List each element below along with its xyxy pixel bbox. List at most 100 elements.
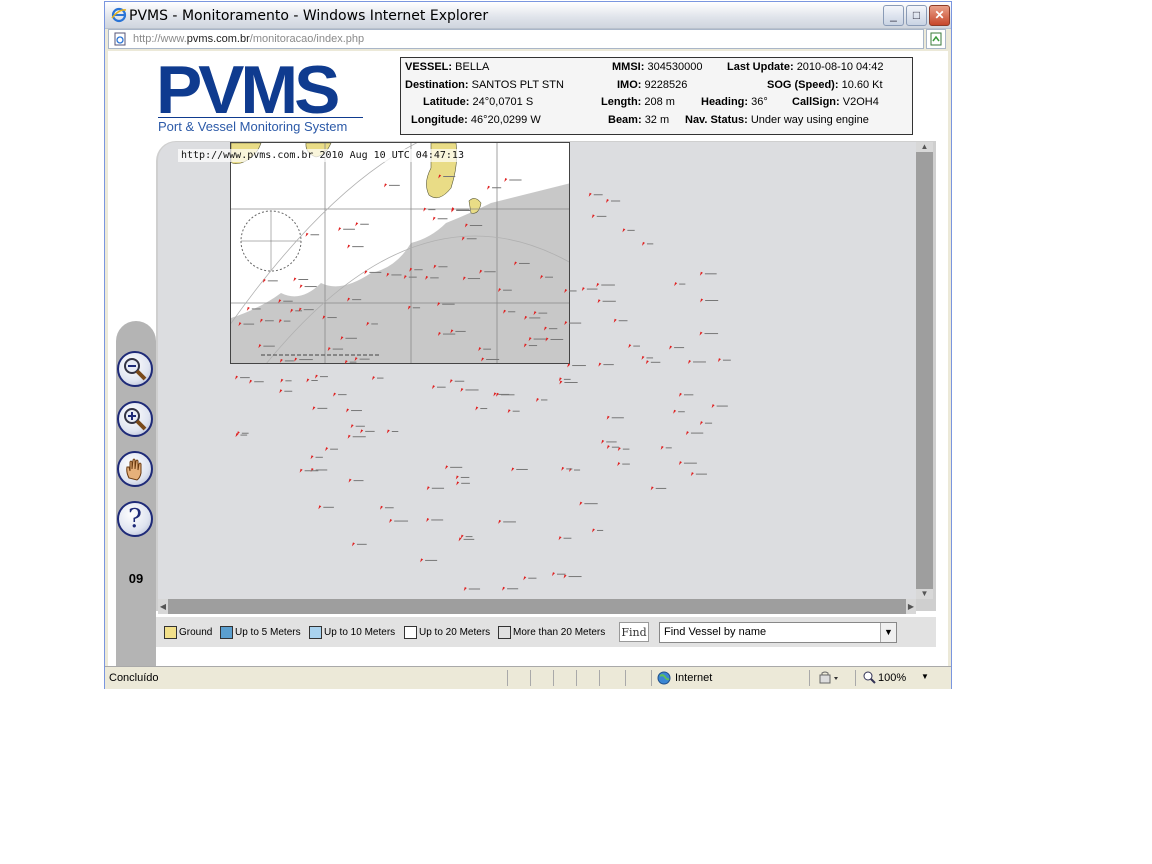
vessel-marker[interactable] xyxy=(293,277,309,282)
vessel-marker[interactable] xyxy=(407,305,421,310)
vessel-marker[interactable] xyxy=(310,455,323,460)
vessel-marker[interactable] xyxy=(498,288,512,293)
vessel-marker[interactable] xyxy=(305,232,320,237)
vessel-marker[interactable] xyxy=(507,409,520,414)
maximize-button[interactable]: □ xyxy=(906,5,927,26)
scroll-up-arrow[interactable]: ▲ xyxy=(916,142,933,152)
vessel-marker[interactable] xyxy=(238,322,255,327)
vessel-marker[interactable] xyxy=(318,505,334,510)
vessel-marker[interactable] xyxy=(475,406,488,411)
vessel-marker[interactable] xyxy=(650,486,667,491)
vessel-marker[interactable] xyxy=(606,415,624,420)
zoom-in-button[interactable] xyxy=(117,401,153,437)
vessel-marker[interactable] xyxy=(379,505,394,510)
vessel-marker[interactable] xyxy=(306,378,318,383)
vessel-marker[interactable] xyxy=(449,379,465,384)
vessel-marker[interactable] xyxy=(299,468,319,473)
vessel-marker[interactable] xyxy=(432,216,448,221)
vessel-marker[interactable] xyxy=(591,528,604,533)
vessel-marker[interactable] xyxy=(262,278,278,283)
vessel-marker[interactable] xyxy=(425,275,439,280)
vessel-marker[interactable] xyxy=(463,587,481,592)
vessel-marker[interactable] xyxy=(598,362,614,367)
vessel-marker[interactable] xyxy=(479,269,496,274)
vessel-marker[interactable] xyxy=(279,389,293,394)
vessel-marker[interactable] xyxy=(278,319,291,324)
vessel-marker[interactable] xyxy=(259,318,274,323)
vessel-marker[interactable] xyxy=(322,315,337,320)
vessel-marker[interactable] xyxy=(333,392,347,397)
vessel-marker[interactable] xyxy=(299,284,317,289)
vessel-marker[interactable] xyxy=(338,227,355,232)
vessel-marker[interactable] xyxy=(478,347,492,352)
vessel-marker[interactable] xyxy=(327,347,344,352)
vessel-marker[interactable] xyxy=(403,275,417,280)
vessel-marker[interactable] xyxy=(340,336,357,341)
vessel-marker[interactable] xyxy=(325,447,338,452)
vessel-marker[interactable] xyxy=(437,332,456,337)
vessel-marker[interactable] xyxy=(511,467,528,472)
vessel-marker[interactable] xyxy=(514,261,530,266)
vessel-marker[interactable] xyxy=(502,586,519,591)
vessel-marker[interactable] xyxy=(559,380,578,385)
vessel-marker[interactable] xyxy=(699,331,719,336)
vessel-marker[interactable] xyxy=(504,178,522,183)
vessel-marker[interactable] xyxy=(346,408,362,413)
vessel-marker[interactable] xyxy=(535,397,548,402)
vessel-marker[interactable] xyxy=(622,228,635,233)
find-button[interactable]: Find xyxy=(619,622,649,642)
vessel-marker[interactable] xyxy=(389,519,409,524)
vessel-marker[interactable] xyxy=(563,574,582,579)
vessel-marker[interactable] xyxy=(660,445,672,450)
vessel-marker[interactable] xyxy=(366,321,378,326)
vessel-marker[interactable] xyxy=(581,287,598,292)
vessel-marker[interactable] xyxy=(351,542,367,547)
vessel-marker[interactable] xyxy=(423,207,436,212)
vessel-marker[interactable] xyxy=(613,318,628,323)
vessel-marker[interactable] xyxy=(246,306,261,311)
vessel-marker[interactable] xyxy=(717,358,731,363)
address-bar[interactable]: http://www.pvms.com.br/monitoracao/index… xyxy=(108,29,924,49)
vessel-marker[interactable] xyxy=(690,472,707,477)
vessel-marker[interactable] xyxy=(347,297,362,302)
minimize-button[interactable]: _ xyxy=(883,5,904,26)
vessel-marker[interactable] xyxy=(673,409,685,414)
protected-mode-icon[interactable] xyxy=(818,671,842,685)
vessel-marker[interactable] xyxy=(460,387,479,392)
vessel-marker[interactable] xyxy=(437,302,455,307)
vessel-marker[interactable] xyxy=(641,241,654,246)
map-vertical-scrollbar[interactable]: ▲ ▼ xyxy=(916,142,933,599)
vessel-marker[interactable] xyxy=(605,199,621,204)
vessel-marker[interactable] xyxy=(280,378,292,383)
vessel-marker[interactable] xyxy=(533,311,548,316)
vessel-marker[interactable] xyxy=(678,392,694,397)
zoom-level[interactable]: 100% xyxy=(878,672,906,684)
vessel-marker[interactable] xyxy=(386,429,399,434)
chevron-down-icon[interactable]: ▼ xyxy=(880,623,896,642)
vessel-marker[interactable] xyxy=(699,271,717,276)
vessel-marker[interactable] xyxy=(258,344,275,349)
vessel-marker[interactable] xyxy=(617,462,630,467)
vessel-marker[interactable] xyxy=(426,517,444,522)
vessel-marker[interactable] xyxy=(711,404,728,409)
vessel-marker[interactable] xyxy=(371,376,384,381)
vessel-marker[interactable] xyxy=(579,501,598,506)
vessel-marker[interactable] xyxy=(354,357,370,362)
vessel-marker[interactable] xyxy=(628,344,640,349)
vessel-marker[interactable] xyxy=(540,275,554,280)
vessel-marker[interactable] xyxy=(347,244,364,249)
vessel-marker[interactable] xyxy=(588,192,603,197)
vessel-marker[interactable] xyxy=(386,272,402,277)
vessel-marker[interactable] xyxy=(699,421,713,426)
vessel-marker[interactable] xyxy=(641,355,654,360)
vessel-marker[interactable] xyxy=(383,183,400,188)
vessel-marker[interactable] xyxy=(409,267,423,272)
vessel-marker[interactable] xyxy=(310,467,328,472)
scroll-left-arrow[interactable]: ◀ xyxy=(158,599,168,614)
vessel-marker[interactable] xyxy=(461,236,477,241)
vessel-marker[interactable] xyxy=(551,572,566,577)
vessel-marker[interactable] xyxy=(360,429,375,434)
title-bar[interactable]: PVMS - Monitoramento - Windows Internet … xyxy=(105,2,951,29)
find-vessel-select[interactable]: Find Vessel by name ▼ xyxy=(659,622,897,643)
vessel-marker[interactable] xyxy=(278,299,293,304)
